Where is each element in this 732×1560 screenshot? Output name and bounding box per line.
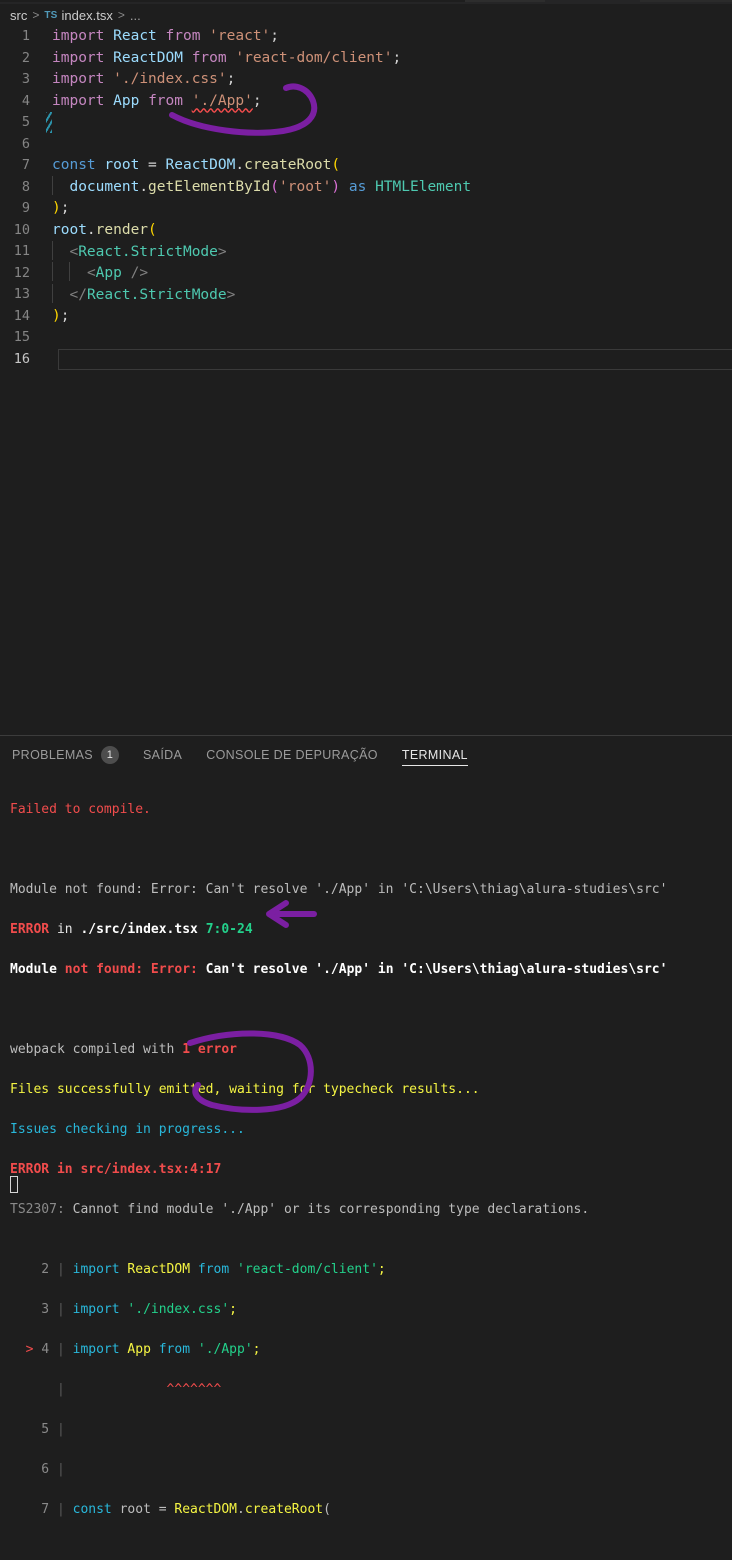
terminal-line-blank-2 [10,1000,732,1020]
editor-line-2: 2 import ReactDOM from 'react-dom/client… [0,48,732,70]
breadcrumb-folder[interactable]: src [10,8,27,23]
line-number: 6 [21,135,30,152]
tab-console-de-depuracao[interactable]: CONSOLE DE DEPURAÇÃO [206,736,378,774]
panel-tab-bar: PROBLEMAS 1 SAÍDA CONSOLE DE DEPURAÇÃO T… [0,736,732,774]
editor-line-1: 1 import React from 'react'; [0,26,732,48]
editor-line-12: 12 <App /> [0,262,732,285]
editor-line-13: 13 </React.StrictMode> [0,283,732,307]
terminal-cursor[interactable] [10,1176,18,1193]
line-content: <React.StrictMode> [44,240,227,264]
terminal-snippet-line-6: 6 | [10,1462,73,1477]
terminal-line-files-emitted: Files successfully emitted, waiting for … [10,1082,480,1097]
bottom-panel: PROBLEMAS 1 SAÍDA CONSOLE DE DEPURAÇÃO T… [0,736,732,1517]
chevron-right-icon: > [32,8,40,22]
line-number: 8 [21,178,30,195]
tab-label: CONSOLE DE DEPURAÇÃO [206,748,378,762]
line-number: 3 [21,71,30,87]
typescript-file-icon: TS [44,9,58,21]
editor-line-9: 9 ); [0,198,732,220]
editor-line-4: 4 import App from './App'; [0,91,732,113]
problems-count-badge: 1 [100,746,119,764]
line-number: 10 [13,221,30,238]
editor-line-16: 16 [0,348,732,371]
line-content: import './index.css'; [52,71,236,87]
tab-label: TERMINAL [401,748,468,762]
terminal-line-ts-error: ERROR in src/index.tsx:4:17 [10,1162,222,1177]
chevron-right-icon-2: > [117,8,125,22]
terminal-line-error-location: ERROR in ./src/index.tsx 7:0-24 [10,922,253,937]
terminal-snippet-line-7: 7 | const root = ReactDOM.createRoot( [10,1502,331,1517]
failed-to-compile-text: Failed to compile. [10,802,151,817]
tab-label: PROBLEMAS [12,748,93,762]
tab-saida[interactable]: SAÍDA [143,736,182,774]
line-number: 12 [13,264,30,281]
breadcrumb-file[interactable]: index.tsx [62,8,113,23]
breadcrumb[interactable]: src > TS index.tsx > ... [0,4,732,26]
line-content: <App /> [44,262,148,285]
terminal-snippet-line-2: 2 | import ReactDOM from 'react-dom/clie… [10,1262,386,1277]
editor-line-11: 11 <React.StrictMode> [0,240,732,264]
vscode-window: src > TS index.tsx > ... 1 import React … [0,0,732,1517]
line-content: </React.StrictMode> [44,283,235,307]
tab-strip-segment-left [0,0,465,2]
whitespace-indicator [46,112,52,133]
current-line-highlight [58,348,732,370]
line-number: 13 [13,286,30,302]
editor-line-8: 8 document.getElementById('root') as HTM… [0,176,732,199]
line-content: import App from './App'; [52,92,262,109]
line-number: 9 [21,200,30,216]
terminal-line-issues-checking: Issues checking in progress... [10,1122,245,1137]
line-number: 15 [13,329,30,345]
line-content: import React from 'react'; [52,28,280,44]
breadcrumb-symbol-overflow[interactable]: ... [130,8,141,23]
terminal-line-webpack: webpack compiled with 1 error [10,1042,237,1057]
editor-line-3: 3 import './index.css'; [0,69,732,91]
terminal-snippet-caret-line: | ^^^^^^^ [56,1382,222,1397]
tab-problemas[interactable]: PROBLEMAS 1 [12,736,119,774]
line-content: const root = ReactDOM.createRoot( [52,157,341,173]
line-number: 5 [21,114,30,130]
line-number: 2 [21,49,30,66]
tab-terminal[interactable]: TERMINAL [401,736,468,774]
line-number: 14 [13,307,30,324]
terminal-snippet-line-5: 5 | [10,1422,73,1437]
tab-strip-segment-right [640,0,732,2]
editor-line-14: 14 ); [0,306,732,328]
terminal-output[interactable]: Failed to compile. Module not found: Err… [0,774,732,1560]
tab-label: SAÍDA [142,748,183,762]
editor-line-5: 5 [0,112,732,134]
tab-strip-segment-mid [465,0,545,2]
line-number: 1 [21,28,30,44]
line-number: 4 [21,92,30,109]
line-number: 7 [21,157,30,173]
line-content: ); [52,307,70,324]
terminal-line-module-not-found-1: Module not found: Error: Can't resolve '… [10,882,668,897]
line-number-current: 16 [13,350,30,367]
terminal-line-ts2307: TS2307: Cannot find module './App' or it… [10,1202,590,1217]
line-content: import ReactDOM from 'react-dom/client'; [52,49,402,66]
code-editor[interactable]: 1 import React from 'react'; 2 import Re… [0,26,732,735]
terminal-line-failed: Failed to compile. [10,800,732,820]
line-content: document.getElementById('root') as HTMLE… [44,176,471,199]
line-content: root.render( [52,221,157,238]
editor-line-10: 10 root.render( [0,220,732,242]
terminal-snippet-line-4: > 4 | import App from './App'; [10,1342,261,1357]
editor-line-6: 6 [0,134,732,156]
line-number: 11 [13,243,30,259]
terminal-line-module-not-found-2: Module not found: Error: Can't resolve '… [10,962,668,977]
terminal-line-blank-1 [10,840,732,860]
editor-line-15: 15 [0,327,732,349]
terminal-snippet-line-3: 3 | import './index.css'; [10,1302,237,1317]
line-content: ); [52,200,70,216]
editor-line-7: 7 const root = ReactDOM.createRoot( [0,155,732,177]
